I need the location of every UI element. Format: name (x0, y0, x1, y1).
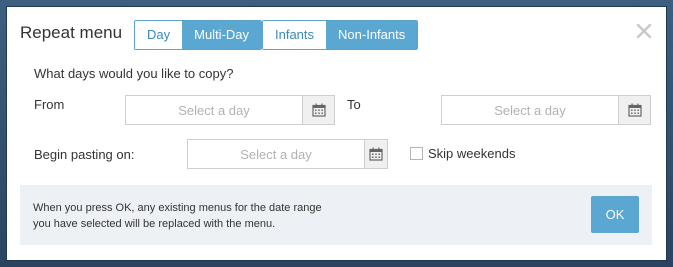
repeat-menu-dialog: Repeat menu Day Multi-Day Infants Non-In… (6, 6, 667, 261)
calendar-icon[interactable] (302, 96, 334, 124)
dialog-title: Repeat menu (20, 23, 123, 42)
from-label: From (34, 97, 65, 112)
to-date-picker (441, 95, 651, 125)
begin-pasting-label: Begin pasting on: (34, 147, 135, 162)
calendar-icon[interactable] (364, 140, 387, 168)
calendar-icon[interactable] (618, 96, 650, 124)
copy-question: What days would you like to copy? (34, 66, 234, 81)
dialog-footer: When you press OK, any existing menus fo… (20, 185, 652, 245)
range-toggle: Day Multi-Day (134, 20, 263, 50)
from-date-picker (125, 95, 335, 125)
to-label: To (347, 97, 361, 112)
from-date-input[interactable] (126, 96, 302, 124)
skip-weekends-checkbox[interactable] (410, 147, 423, 160)
toggle-multi-day[interactable]: Multi-Day (182, 21, 262, 49)
toggle-infants[interactable]: Infants (263, 21, 327, 49)
begin-date-input[interactable] (188, 140, 364, 168)
begin-date-picker (187, 139, 388, 169)
ok-button[interactable]: OK (591, 196, 639, 233)
replace-warning-line-2: you have selected will be replaced with … (33, 218, 276, 230)
close-icon[interactable] (636, 21, 652, 43)
skip-weekends-option[interactable]: Skip weekends (410, 146, 515, 161)
to-date-input[interactable] (442, 96, 618, 124)
skip-weekends-label: Skip weekends (428, 146, 516, 161)
replace-warning: When you press OK, any existing menus fo… (33, 200, 363, 232)
replace-warning-line-1: When you press OK, any existing menus fo… (33, 202, 322, 214)
group-toggle: Infants Non-Infants (262, 20, 419, 50)
toggle-day[interactable]: Day (135, 21, 183, 49)
toggle-non-infants[interactable]: Non-Infants (326, 21, 418, 49)
